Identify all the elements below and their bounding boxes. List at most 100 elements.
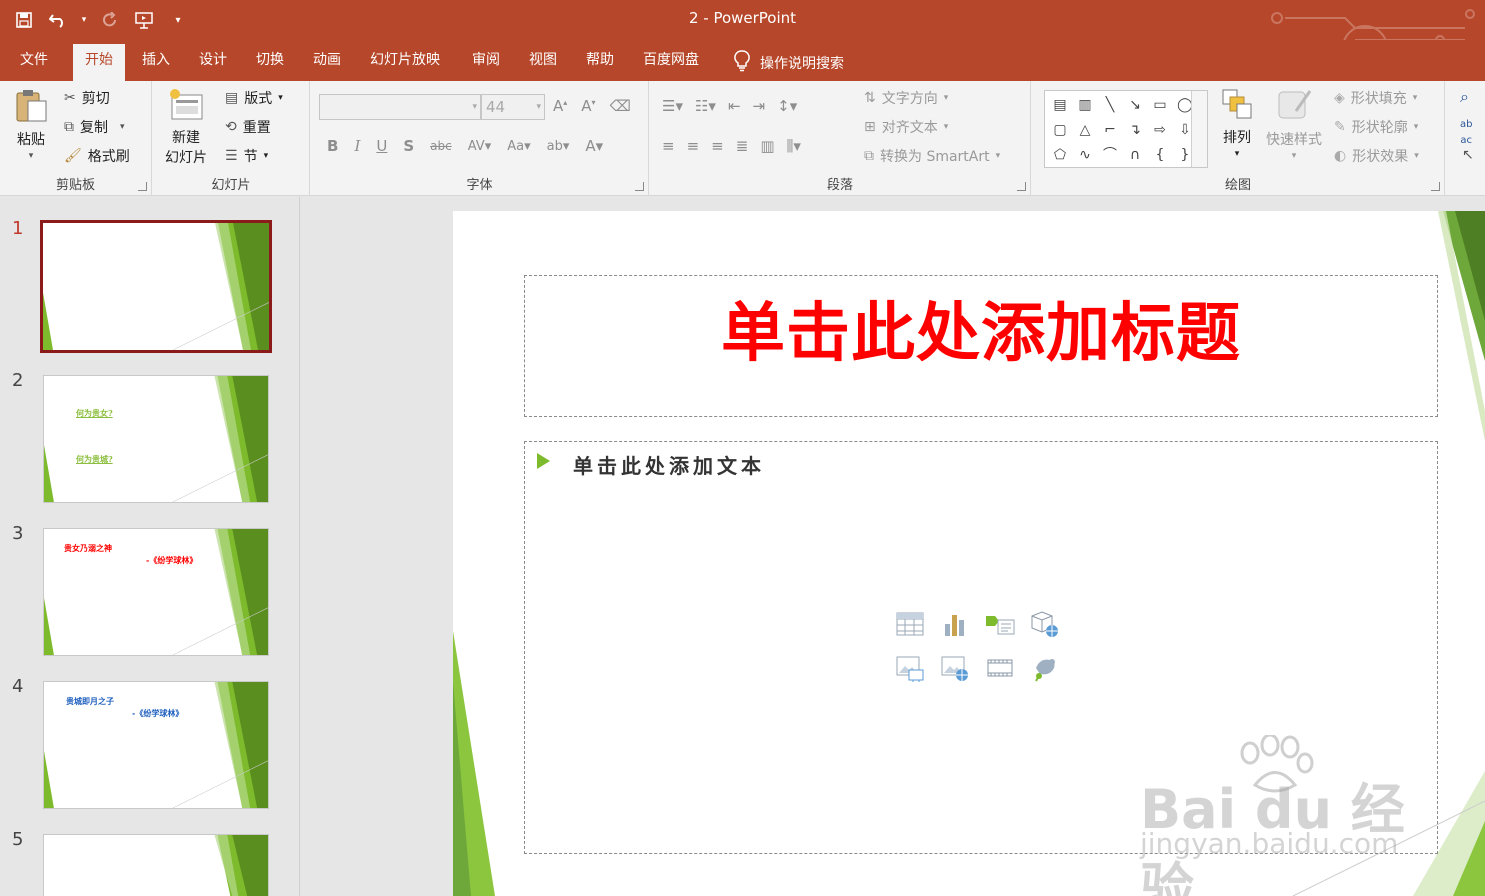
format-painter-button[interactable]: 🖌 格式刷 — [64, 146, 130, 166]
bold-icon[interactable]: B — [327, 137, 338, 155]
paragraph-group: ☰▾ ☷▾ ⇤ ⇥ ↕▾ ≡ ≡ ≡ ≣ ▥ ⫼▾ ⇅ 文字方向 ▾ ⊞ 对齐文… — [650, 81, 1031, 196]
shapes-scrollbar[interactable] — [1191, 91, 1207, 167]
align-right-icon[interactable]: ≡ — [711, 137, 724, 155]
tab-animations[interactable]: 动画 — [305, 50, 349, 81]
align-text-button[interactable]: ⊞ 对齐文本 ▾ — [864, 117, 948, 137]
elbow-arrow-icon[interactable]: ↴ — [1123, 118, 1147, 142]
font-size-value: 44 — [486, 98, 506, 116]
text-direction-label: 文字方向 — [881, 91, 938, 107]
tab-slideshow[interactable]: 幻灯片放映 — [362, 50, 448, 81]
reset-button[interactable]: ⟲ 重置 — [225, 117, 271, 137]
elbow-connector-icon[interactable]: ⌐ — [1098, 118, 1122, 142]
freeform-icon[interactable]: ⬠ — [1048, 143, 1072, 167]
slide-number: 5 — [12, 829, 24, 850]
bullets-icon[interactable]: ☰▾ — [662, 97, 683, 115]
shape-fill-button[interactable]: ◈ 形状填充 ▾ — [1334, 88, 1417, 108]
align-center-icon[interactable]: ≡ — [687, 137, 700, 155]
tab-transitions[interactable]: 切换 — [248, 50, 292, 81]
select-icon[interactable]: ↖ — [1462, 147, 1474, 163]
triangle-icon[interactable]: △ — [1073, 118, 1097, 142]
italic-icon[interactable]: I — [354, 137, 360, 155]
rectangle-icon[interactable]: ▭ — [1148, 93, 1172, 117]
increase-indent-icon[interactable]: ⇥ — [753, 97, 766, 115]
char-spacing-icon[interactable]: AV▾ — [468, 139, 491, 154]
change-case-icon[interactable]: Aa▾ — [507, 139, 530, 154]
insert-smartart-icon[interactable] — [985, 610, 1015, 638]
shadow-icon[interactable]: S — [403, 137, 414, 155]
distributed-icon[interactable]: ▥ — [760, 137, 774, 155]
paste-label: 粘贴 — [17, 132, 45, 148]
numbering-icon[interactable]: ☷▾ — [695, 97, 716, 115]
strikethrough-icon[interactable]: abc — [430, 139, 452, 153]
tab-file[interactable]: 文件 — [12, 50, 56, 81]
find-icon[interactable]: ⌕ — [1460, 89, 1469, 105]
new-slide-button[interactable]: 新建 幻灯片 — [165, 87, 207, 167]
font-color-icon[interactable]: A▾ — [585, 137, 603, 155]
shape-effects-button[interactable]: ◐ 形状效果 ▾ — [1334, 146, 1419, 166]
grow-font-icon[interactable]: A▴ — [553, 97, 567, 115]
quick-styles-button[interactable]: 快速样式 ▾ — [1266, 87, 1322, 161]
clipboard-launcher-icon[interactable] — [138, 182, 147, 191]
insert-chart-icon[interactable] — [940, 610, 970, 638]
highlight-icon[interactable]: ab▾ — [547, 139, 570, 154]
cut-button[interactable]: ✂ 剪切 — [64, 88, 110, 108]
insert-video-icon[interactable] — [985, 654, 1015, 682]
tab-help[interactable]: 帮助 — [578, 50, 622, 81]
columns-icon[interactable]: ⫼▾ — [787, 137, 801, 155]
decrease-indent-icon[interactable]: ⇤ — [728, 97, 741, 115]
tab-home[interactable]: 开始 — [73, 44, 125, 81]
tab-insert[interactable]: 插入 — [134, 50, 178, 81]
section-button[interactable]: ☰ 节 ▾ — [225, 146, 268, 166]
tab-design[interactable]: 设计 — [191, 50, 235, 81]
font-size-combo[interactable]: 44 ▾ — [481, 94, 545, 120]
clear-format-icon[interactable]: ⌫ — [610, 97, 631, 115]
vertical-textbox-icon[interactable]: ▥ — [1073, 93, 1097, 117]
text-direction-button[interactable]: ⇅ 文字方向 ▾ — [864, 88, 948, 108]
shapes-gallery[interactable]: ▤ ▥ ╲ ↘ ▭ ◯ ▢ △ ⌐ ↴ ⇨ ⇩ ⬠ ∿ ⌒ ∩ { } — [1044, 90, 1208, 168]
smartart-button[interactable]: ⧉ 转换为 SmartArt ▾ — [864, 146, 1000, 166]
shrink-font-icon[interactable]: A▾ — [581, 97, 595, 115]
new-slide-label-1: 新建 — [172, 130, 200, 146]
paste-button[interactable]: 粘贴 ▾ — [14, 87, 48, 161]
slide-thumbnail-1[interactable] — [40, 220, 272, 353]
rounded-rect-icon[interactable]: ▢ — [1048, 118, 1072, 142]
tab-view[interactable]: 视图 — [521, 50, 565, 81]
slide-thumbnails-panel[interactable]: 1 2 何为贵女? 何为贵城? 3 贵女乃溺之神 -《纷学球林》 4 贵城即月之… — [0, 197, 300, 896]
insert-online-picture-icon[interactable] — [940, 654, 970, 682]
insert-table-icon[interactable] — [895, 610, 925, 638]
tell-me-search[interactable]: 操作说明搜索 — [734, 50, 844, 76]
font-name-combo[interactable]: ▾ — [319, 94, 481, 120]
slide-thumbnail-5[interactable] — [43, 834, 269, 896]
insert-icons-icon[interactable] — [1030, 654, 1060, 682]
insert-3d-model-icon[interactable] — [1030, 610, 1060, 638]
arc-icon[interactable]: ⌒ — [1098, 143, 1122, 167]
align-left-icon[interactable]: ≡ — [662, 137, 675, 155]
slide-thumbnail-4[interactable]: 贵城即月之子 -《纷学球林》 — [43, 681, 269, 809]
slide-thumbnail-3[interactable]: 贵女乃溺之神 -《纷学球林》 — [43, 528, 269, 656]
arrange-button[interactable]: 排列 ▾ — [1220, 87, 1254, 159]
drawing-launcher-icon[interactable] — [1431, 182, 1440, 191]
copy-button[interactable]: ⧉ 复制 ▾ — [64, 117, 125, 137]
baidu-jingyan-watermark: Bai du 经验 jingyan.baidu.com — [1140, 735, 1420, 896]
line-icon[interactable]: ╲ — [1098, 93, 1122, 117]
textbox-icon[interactable]: ▤ — [1048, 93, 1072, 117]
insert-picture-icon[interactable] — [895, 654, 925, 682]
title-placeholder[interactable]: 单击此处添加标题 — [524, 275, 1438, 417]
align-text-icon: ⊞ — [864, 119, 876, 135]
scribble-icon[interactable]: ∿ — [1073, 143, 1097, 167]
right-arrow-icon[interactable]: ⇨ — [1148, 118, 1172, 142]
replace-icon[interactable]: ab ac — [1460, 117, 1472, 149]
curve-icon[interactable]: ∩ — [1123, 143, 1147, 167]
font-launcher-icon[interactable] — [635, 182, 644, 191]
tab-baidu-netdisk[interactable]: 百度网盘 — [635, 50, 707, 81]
underline-icon[interactable]: U — [376, 137, 387, 155]
shape-outline-button[interactable]: ✎ 形状轮廓 ▾ — [1334, 117, 1418, 137]
arrow-line-icon[interactable]: ↘ — [1123, 93, 1147, 117]
justify-icon[interactable]: ≣ — [736, 137, 749, 155]
left-brace-icon[interactable]: { — [1148, 143, 1172, 167]
paragraph-launcher-icon[interactable] — [1017, 182, 1026, 191]
layout-button[interactable]: ▤ 版式 ▾ — [225, 88, 283, 108]
tab-review[interactable]: 审阅 — [464, 50, 508, 81]
line-spacing-icon[interactable]: ↕▾ — [777, 97, 797, 115]
slide-thumbnail-2[interactable]: 何为贵女? 何为贵城? — [43, 375, 269, 503]
